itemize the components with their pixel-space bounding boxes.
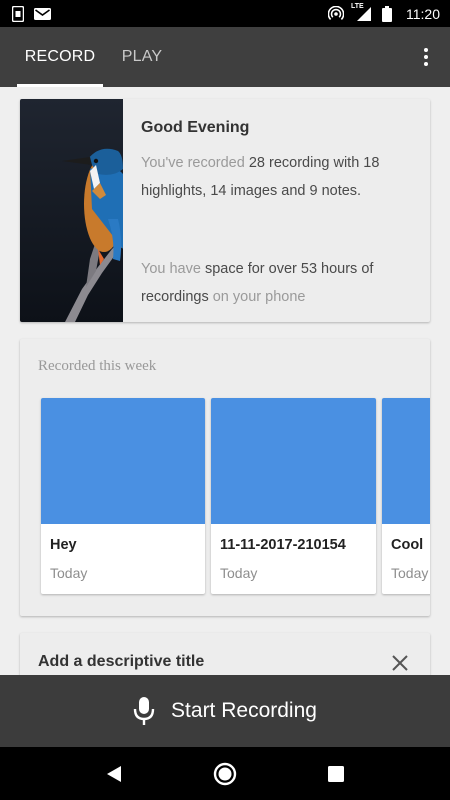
back-icon[interactable] [105,765,123,783]
status-bar: LTE 11:20 [0,0,450,27]
clock-time: 11:20 [406,5,440,22]
tab-record[interactable]: RECORD [17,27,103,87]
app-bar: RECORD PLAY [0,27,450,87]
recording-date: Today [391,565,429,581]
start-recording-button[interactable]: Start Recording [0,675,450,747]
start-recording-label: Start Recording [171,699,317,722]
tab-play[interactable]: PLAY [103,27,181,87]
kingfisher-image [20,99,123,322]
overflow-menu-icon[interactable] [414,45,438,69]
hotspot-icon [328,5,344,22]
greeting-title: Good Evening [141,119,250,136]
recording-thumbnail [382,398,430,524]
network-type-label: LTE [351,2,364,10]
recorded-this-week-card: Recorded this week Hey Today 11-11-2017-… [20,339,430,616]
add-title-label: Add a descriptive title [38,653,205,670]
recents-icon[interactable] [327,765,345,783]
recording-date: Today [50,565,88,581]
recording-date: Today [220,565,258,581]
battery-icon [382,5,392,22]
section-title: Recorded this week [38,358,157,374]
sim-card-icon [12,5,24,22]
mail-icon [34,7,51,21]
system-navigation-bar [0,747,450,800]
home-icon[interactable] [213,762,237,786]
microphone-icon [133,696,155,726]
recording-tile-hey[interactable]: Hey Today [41,398,205,594]
recording-name: 11-11-2017-210154 [220,537,346,553]
recording-tile-11-11-2017[interactable]: 11-11-2017-210154 Today [211,398,376,594]
greeting-card: Good Evening You've recorded 28 recordin… [20,99,430,322]
recording-name: Cool [391,537,424,553]
recording-thumbnail [211,398,376,524]
storage-summary: You have space for over 53 hours of reco… [141,261,374,305]
recording-name: Hey [50,537,77,553]
close-icon[interactable] [390,653,410,673]
signal-icon: LTE [351,2,372,22]
recordings-summary: You've recorded 28 recording with 18 hig… [141,155,380,199]
recording-tile-cool[interactable]: Cool Today [382,398,430,594]
recording-thumbnail [41,398,205,524]
